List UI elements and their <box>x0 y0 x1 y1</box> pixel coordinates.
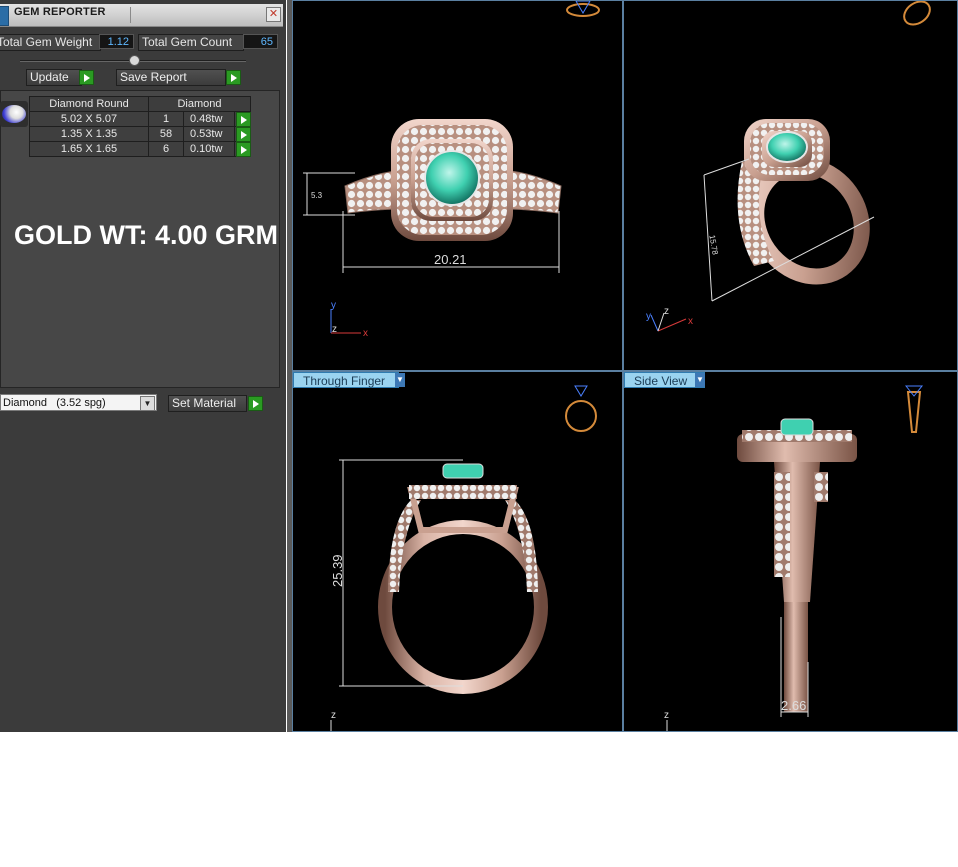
row-play-cell[interactable] <box>234 111 251 127</box>
gem-oval-shape <box>2 105 26 123</box>
update-play-icon[interactable] <box>79 70 94 85</box>
total-gem-count-value: 65 <box>243 34 278 49</box>
row-play-icon[interactable] <box>236 112 251 127</box>
ring-front-view: 25.39 z <box>330 385 597 731</box>
axis-y-label: y <box>646 311 651 322</box>
ring-orientation-icon[interactable] <box>565 385 597 432</box>
viewport-side-view[interactable]: Side View ▼ 2.66 z <box>623 371 958 732</box>
axis-z-label: z <box>332 324 337 335</box>
gem-size: 1.65 X 1.65 <box>29 141 149 157</box>
total-gem-count-label: Total Gem Count <box>138 34 244 51</box>
title-bar[interactable]: GEM REPORTER ✕ <box>0 4 283 27</box>
table-row[interactable]: 1.35 X 1.35 58 0.53tw <box>29 126 251 142</box>
material-select[interactable]: Diamond (3.52 spg) ▼ <box>0 394 157 411</box>
ring-top-view: 20.21 5.3 y z x <box>303 1 600 339</box>
title-separator <box>130 7 131 23</box>
axis-y-label: y <box>331 300 336 311</box>
row-play-cell[interactable] <box>234 141 251 157</box>
table-row[interactable]: 5.02 X 5.07 1 0.48tw <box>29 111 251 127</box>
ring-orientation-icon[interactable] <box>904 385 924 433</box>
gem-count: 6 <box>148 141 184 157</box>
column-header-shape: Diamond Round <box>29 96 149 112</box>
axis-z-label: z <box>664 306 669 317</box>
gem-size: 5.02 X 5.07 <box>29 111 149 127</box>
gem-table: Diamond Round Diamond 5.02 X 5.07 1 0.48… <box>29 96 251 157</box>
dimension-small: 5.3 <box>311 191 323 200</box>
ring-side-view: 2.66 z <box>664 385 924 731</box>
gem-size: 1.35 X 1.35 <box>29 126 149 142</box>
set-material-button[interactable]: Set Material <box>168 395 247 412</box>
slider-handle[interactable] <box>129 55 140 66</box>
close-icon[interactable]: ✕ <box>266 7 281 22</box>
gem-thumbnail-icon[interactable] <box>0 101 28 127</box>
axis-z-label: z <box>331 710 336 721</box>
total-gem-weight-value: 1.12 <box>99 34 134 49</box>
save-report-play-icon[interactable] <box>226 70 241 85</box>
set-material-play-icon[interactable] <box>248 396 263 411</box>
column-header-type: Diamond <box>148 96 251 112</box>
row-play-cell[interactable] <box>234 126 251 142</box>
dimension-height: 25.39 <box>330 554 345 587</box>
table-row[interactable]: 1.65 X 1.65 6 0.10tw <box>29 141 251 157</box>
axis-x-label: x <box>363 328 368 339</box>
viewport-through-finger[interactable]: Through Finger ▼ 25.39 z <box>292 371 623 732</box>
ring-perspective-view: 15.78 y z x <box>646 1 934 332</box>
viewport-perspective[interactable]: 15.78 y z x <box>623 0 958 371</box>
ring-orientation-icon[interactable] <box>566 1 600 17</box>
dimension-thickness: 2.66 <box>781 698 806 713</box>
total-gem-weight-label: Total Gem Weight <box>0 34 101 51</box>
gem-reporter-panel: GEM REPORTER ✕ Total Gem Weight 1.12 Tot… <box>0 0 286 732</box>
window-title: GEM REPORTER <box>14 6 106 18</box>
dropdown-caret-icon[interactable]: ▼ <box>140 396 155 411</box>
axis-z-label: z <box>664 710 669 721</box>
update-button[interactable]: Update <box>26 69 82 86</box>
row-play-icon[interactable] <box>236 142 251 157</box>
material-selected-value: Diamond (3.52 spg) <box>3 397 106 409</box>
ring-orientation-icon[interactable] <box>900 1 934 29</box>
gold-weight-annotation: GOLD WT: 4.00 GRM <box>14 220 279 250</box>
save-report-button[interactable]: Save Report <box>116 69 226 86</box>
gem-weight: 0.10tw <box>183 141 235 157</box>
dimension-width: 20.21 <box>434 252 467 267</box>
gem-reporter-icon <box>0 6 9 26</box>
gem-count: 58 <box>148 126 184 142</box>
gem-weight: 0.48tw <box>183 111 235 127</box>
axis-x-label: x <box>688 316 693 327</box>
row-play-icon[interactable] <box>236 127 251 142</box>
gem-count: 1 <box>148 111 184 127</box>
viewport-top[interactable]: 20.21 5.3 y z x <box>292 0 623 371</box>
gem-weight: 0.53tw <box>183 126 235 142</box>
